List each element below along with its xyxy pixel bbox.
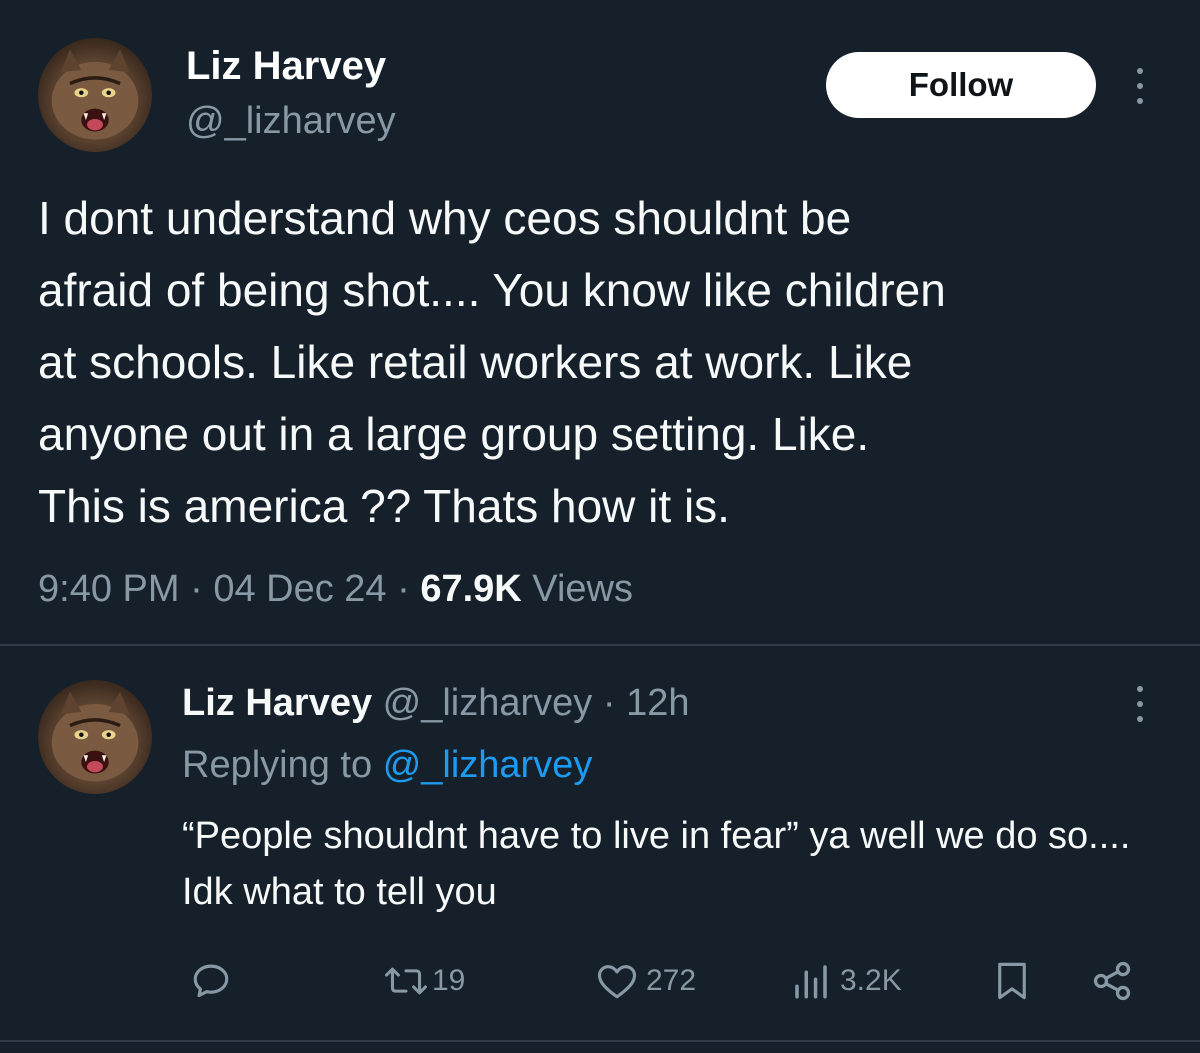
views-count: 67.9K: [420, 568, 522, 610]
meta-separator: ·: [397, 568, 410, 610]
replying-to: Replying to @_lizharvey: [182, 744, 592, 787]
reply-age[interactable]: 12h: [626, 682, 689, 724]
retweet-action[interactable]: 19: [384, 958, 465, 1004]
bookmark-icon: [998, 962, 1026, 1000]
reply-more-options-icon[interactable]: [1134, 686, 1146, 722]
analytics-icon: [795, 965, 827, 999]
author-name[interactable]: Liz Harvey: [186, 44, 386, 89]
views-label: Views: [532, 568, 633, 610]
views-count: 3.2K: [840, 964, 902, 997]
retweet-count: 19: [432, 964, 466, 997]
author-avatar[interactable]: [38, 38, 152, 152]
reply-author-name[interactable]: Liz Harvey: [182, 682, 372, 724]
views-action[interactable]: 3.2K: [790, 958, 902, 1004]
cat-avatar-image: [51, 49, 139, 140]
reply-text: “People shouldnt have to live in fear” y…: [182, 815, 1131, 913]
tweet-meta: 9:40 PM · 04 Dec 24 · 67.9K Views: [38, 568, 633, 611]
replying-prefix: Replying to: [182, 744, 373, 786]
follow-button[interactable]: Follow: [826, 52, 1096, 118]
reply-author-handle[interactable]: @_lizharvey: [383, 682, 593, 724]
replying-to-link[interactable]: @_lizharvey: [383, 744, 593, 786]
heart-icon: [597, 965, 637, 999]
cat-avatar-image: [51, 691, 139, 782]
meta-separator: ·: [190, 568, 203, 610]
tweet-time[interactable]: 9:40 PM: [38, 568, 180, 610]
like-count: 272: [646, 964, 697, 997]
comment-icon: [193, 964, 229, 998]
retweet-icon: [385, 967, 427, 995]
meta-separator: ·: [602, 682, 616, 724]
share-action[interactable]: [1090, 958, 1134, 1004]
bookmark-action[interactable]: [994, 958, 1030, 1004]
tweet-text: I dont understand why ceos shouldnt be a…: [38, 192, 946, 532]
divider: [0, 644, 1200, 646]
share-icon: [1093, 961, 1131, 1001]
more-options-icon[interactable]: [1134, 68, 1146, 104]
like-action[interactable]: 272: [596, 958, 696, 1004]
reply-header: Liz Harvey @_lizharvey · 12h: [182, 682, 690, 725]
author-handle[interactable]: @_lizharvey: [186, 100, 396, 143]
tweet-date[interactable]: 04 Dec 24: [213, 568, 386, 610]
reply-author-avatar[interactable]: [38, 680, 152, 794]
bottom-divider: [0, 1040, 1200, 1042]
reply-action[interactable]: [190, 958, 232, 1004]
